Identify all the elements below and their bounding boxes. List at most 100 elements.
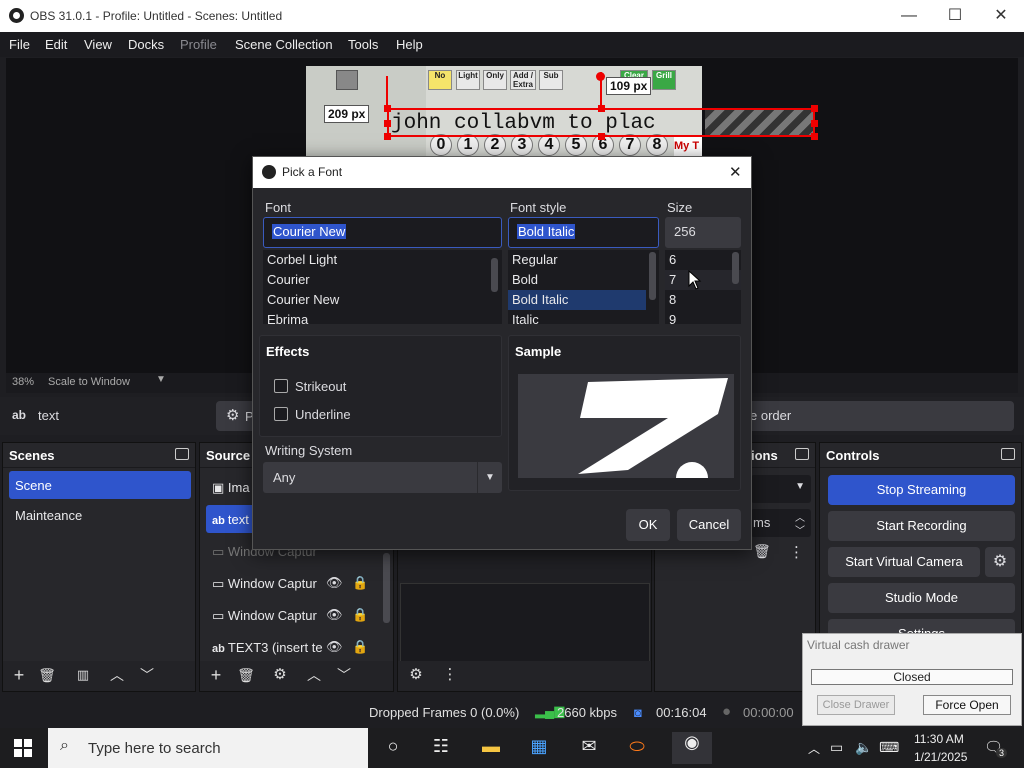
chevron-up-icon[interactable]: ︿ (808, 740, 820, 757)
menu-view[interactable]: View (84, 37, 112, 52)
eye-icon[interactable]: 👁 (326, 607, 343, 623)
strikeout-checkbox[interactable] (274, 379, 288, 393)
gear-icon[interactable]: ⚙ (404, 664, 428, 688)
eye-icon[interactable]: 👁 (326, 575, 343, 591)
task-view-icon[interactable]: ☷ (428, 736, 454, 760)
lock-icon[interactable]: 🔒 (352, 639, 368, 655)
size-input[interactable]: 256 (665, 217, 741, 248)
menu-edit[interactable]: Edit (45, 37, 67, 52)
file-explorer-icon[interactable]: ▬ (478, 736, 504, 760)
eye-icon[interactable]: 👁 (326, 639, 343, 655)
chevron-down-icon[interactable]: ﹀ (795, 522, 805, 537)
resize-handle-bl[interactable] (384, 133, 391, 140)
underline-checkbox[interactable] (274, 407, 288, 421)
source-item[interactable]: ab TEXT3 (insert te (206, 633, 330, 661)
app-icon[interactable]: ⬭ (624, 736, 650, 760)
minimize-button[interactable]: — (886, 0, 932, 32)
move-down-icon[interactable]: ﹀ (135, 664, 159, 688)
font-style-item[interactable]: Bold (508, 270, 659, 290)
menu-scene-collection[interactable]: Scene Collection (235, 37, 333, 52)
sources-scrollbar[interactable] (383, 553, 390, 623)
gear-icon[interactable]: ⚙ (985, 547, 1015, 577)
font-list-item[interactable]: Corbel Light (263, 250, 502, 270)
scene-item-scene[interactable]: Scene (9, 471, 191, 499)
task-view-circle-icon[interactable]: ○ (380, 736, 406, 760)
menu-help[interactable]: Help (396, 37, 423, 52)
force-open-button[interactable]: Force Open (923, 695, 1011, 715)
scene-item-mainteance[interactable]: Mainteance (9, 501, 191, 529)
cancel-button[interactable]: Cancel (677, 509, 741, 541)
dialog-close-button[interactable]: ✕ (729, 163, 742, 181)
font-style-item-selected[interactable]: Bold Italic (508, 290, 646, 310)
font-list-scrollbar[interactable] (491, 258, 498, 292)
resize-handle-l[interactable] (384, 120, 391, 127)
writing-system-select[interactable]: Any ▼ (263, 462, 502, 493)
menu-docks[interactable]: Docks (128, 37, 164, 52)
font-style-scrollbar[interactable] (649, 252, 656, 300)
undock-icon[interactable] (795, 448, 809, 460)
maximize-button[interactable]: ☐ (932, 0, 978, 32)
size-list-item[interactable]: 9 (665, 310, 741, 324)
size-list[interactable]: 6 7 8 9 (665, 250, 741, 324)
trash-icon[interactable]: 🗑 (753, 543, 771, 560)
add-source-button[interactable]: + (204, 664, 228, 688)
menu-tools[interactable]: Tools (348, 37, 378, 52)
close-drawer-button[interactable]: Close Drawer (817, 695, 895, 715)
clock-date[interactable]: 1/21/2025 (914, 750, 967, 764)
mail-icon[interactable]: ✉ (576, 736, 602, 760)
transition-select[interactable]: ▼ (751, 475, 811, 503)
kebab-menu-icon[interactable]: ⋮ (789, 543, 804, 561)
font-style-list[interactable]: Regular Bold Bold Italic Italic (508, 250, 659, 324)
trash-icon[interactable]: 🗑 (35, 664, 59, 688)
resize-handle-tr[interactable] (811, 105, 818, 112)
obs-taskbar-icon[interactable]: ◉ (672, 732, 712, 764)
font-name-input[interactable]: Courier New (263, 217, 502, 248)
source-selection-box[interactable] (384, 105, 818, 140)
network-icon[interactable]: ▭ (830, 739, 843, 756)
volume-icon[interactable]: 🔈 (855, 739, 872, 756)
font-list-item[interactable]: Courier New (263, 290, 502, 310)
undock-icon[interactable] (175, 448, 189, 460)
windows-start-icon[interactable] (14, 739, 32, 757)
kebab-menu-icon[interactable]: ⋮ (438, 664, 462, 688)
stop-streaming-button[interactable]: Stop Streaming (828, 475, 1015, 505)
size-list-item[interactable]: 8 (665, 290, 741, 310)
start-recording-button[interactable]: Start Recording (828, 511, 1015, 541)
resize-handle-b[interactable] (598, 133, 605, 140)
duration-spinbox[interactable]: ms ︿ ﹀ (751, 509, 811, 537)
add-scene-button[interactable]: + (7, 664, 31, 688)
start-virtual-camera-button[interactable]: Start Virtual Camera (828, 547, 980, 577)
clock-time[interactable]: 11:30 AM (914, 732, 964, 746)
lock-icon[interactable]: 🔒 (352, 575, 368, 591)
font-list[interactable]: Corbel Light Courier Courier New Ebrima (263, 250, 502, 324)
scene-filters-icon[interactable]: ▥ (71, 664, 95, 688)
source-item[interactable]: ▭ Window Captur (206, 601, 330, 629)
font-style-item[interactable]: Regular (508, 250, 659, 270)
lock-icon[interactable]: 🔒 (352, 607, 368, 623)
undock-icon[interactable] (1001, 448, 1015, 460)
rotation-handle[interactable] (596, 72, 605, 81)
taskbar-search-box[interactable]: ⌕ Type here to search (48, 728, 368, 768)
size-list-scrollbar[interactable] (732, 252, 739, 284)
font-list-item[interactable]: Ebrima (263, 310, 502, 324)
store-icon[interactable]: ▦ (526, 736, 552, 760)
close-window-button[interactable]: ✕ (978, 0, 1024, 32)
scale-mode-select[interactable]: Scale to Window (48, 376, 130, 388)
menu-file[interactable]: File (9, 37, 30, 52)
font-style-item[interactable]: Italic (508, 310, 659, 324)
font-style-input[interactable]: Bold Italic (508, 217, 659, 248)
font-list-item[interactable]: Courier (263, 270, 502, 290)
properties-button[interactable]: ⚙ P (216, 401, 256, 431)
resize-handle-br[interactable] (811, 133, 818, 140)
source-item[interactable]: ▭ Window Captur (206, 569, 330, 597)
keyboard-icon[interactable]: ⌨ (879, 739, 899, 756)
gear-icon[interactable]: ⚙ (268, 664, 292, 688)
ok-button[interactable]: OK (626, 509, 670, 541)
menu-profile[interactable]: Profile (180, 37, 217, 52)
chevron-down-icon[interactable]: ▼ (156, 374, 166, 385)
size-list-item[interactable]: 6 (665, 250, 741, 270)
studio-mode-button[interactable]: Studio Mode (828, 583, 1015, 613)
move-up-icon[interactable]: ︿ (105, 664, 129, 688)
move-up-icon[interactable]: ︿ (302, 664, 326, 688)
size-list-item-hover[interactable]: 7 (665, 270, 741, 290)
